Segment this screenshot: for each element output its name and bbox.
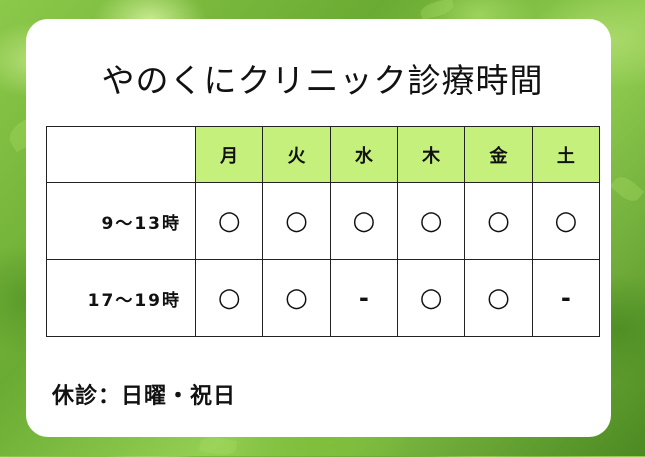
closed-days-note: 休診：日曜・祝日 bbox=[52, 384, 237, 409]
clinic-title: やのくにクリニック診療時間 bbox=[101, 61, 544, 100]
time-slot-label: 9～13時 bbox=[46, 182, 196, 260]
day-header: 金 bbox=[464, 126, 533, 183]
availability-mark: ○ bbox=[329, 182, 398, 260]
availability-mark: ○ bbox=[396, 182, 466, 260]
availability-mark: ○ bbox=[531, 182, 601, 260]
day-header: 月 bbox=[194, 126, 264, 183]
availability-mark: ○ bbox=[262, 182, 331, 260]
unavailable-mark: - bbox=[531, 259, 601, 337]
corner-cell bbox=[46, 126, 196, 183]
day-header: 火 bbox=[262, 126, 331, 183]
schedule-table: 月 火 水 木 金 土 9～13時 ○ ○ ○ ○ ○ ○ 17～19時 ○ ○… bbox=[46, 126, 601, 337]
table-row: 9～13時 ○ ○ ○ ○ ○ ○ bbox=[46, 182, 601, 260]
availability-mark: ○ bbox=[194, 182, 264, 260]
day-header: 土 bbox=[531, 126, 601, 183]
availability-mark: ○ bbox=[464, 182, 533, 260]
leaf-decoration bbox=[198, 434, 238, 457]
availability-mark: ○ bbox=[262, 259, 331, 337]
table-row: 17～19時 ○ ○ - ○ ○ - bbox=[46, 259, 601, 337]
availability-mark: ○ bbox=[396, 259, 466, 337]
day-header: 水 bbox=[329, 126, 398, 183]
unavailable-mark: - bbox=[329, 259, 398, 337]
availability-mark: ○ bbox=[464, 259, 533, 337]
table-header-row: 月 火 水 木 金 土 bbox=[46, 126, 601, 183]
leaf-decoration bbox=[609, 172, 645, 206]
day-header: 木 bbox=[396, 126, 466, 183]
time-slot-label: 17～19時 bbox=[46, 259, 196, 337]
availability-mark: ○ bbox=[194, 259, 264, 337]
leaf-decoration bbox=[418, 0, 456, 21]
